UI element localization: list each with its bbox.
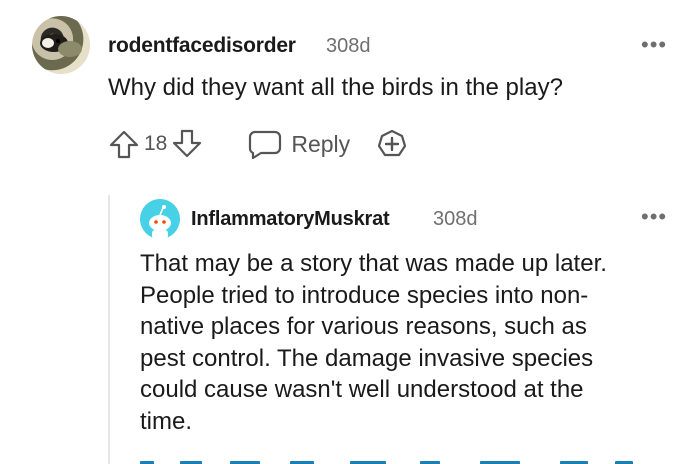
award-plus-icon[interactable]	[376, 128, 408, 160]
reply-avatar[interactable]	[140, 199, 180, 239]
more-options-icon[interactable]: •••	[641, 32, 667, 58]
upvote-icon[interactable]	[108, 128, 140, 160]
rodent-avatar-icon	[40, 34, 82, 57]
reply-line: time.	[140, 407, 193, 435]
reply-text: That may be a story that was made up lat…	[140, 248, 680, 437]
reply-username[interactable]: InflammatoryMuskrat	[191, 208, 390, 231]
comment-timestamp: 308d	[326, 35, 371, 57]
downvote-icon[interactable]	[171, 128, 203, 160]
reply-line: People tried to introduce species into n…	[140, 281, 589, 309]
reply-line: That may be a story that was made up lat…	[140, 250, 607, 277]
user-avatar[interactable]	[32, 16, 90, 74]
reply-line: native places for various reasons, such …	[140, 313, 587, 340]
comment-text: Why did they want all the birds in the p…	[108, 74, 563, 101]
cropped-link-fragment	[140, 452, 650, 464]
comment-bubble-icon	[249, 130, 282, 160]
reply-line: could cause wasn't well understood at th…	[140, 376, 584, 403]
snoo-avatar-icon	[149, 205, 171, 239]
thread-line[interactable]	[108, 195, 110, 464]
more-options-icon[interactable]: •••	[641, 204, 667, 230]
vote-count: 18	[144, 132, 168, 155]
comment-username[interactable]: rodentfacedisorder	[108, 34, 296, 58]
reply-line: pest control. The damage invasive specie…	[140, 344, 594, 372]
comment-actions: 18 Reply	[108, 128, 408, 160]
reply-timestamp: 308d	[433, 208, 478, 230]
reply-button[interactable]: Reply	[247, 128, 350, 160]
reply-label: Reply	[291, 130, 351, 157]
